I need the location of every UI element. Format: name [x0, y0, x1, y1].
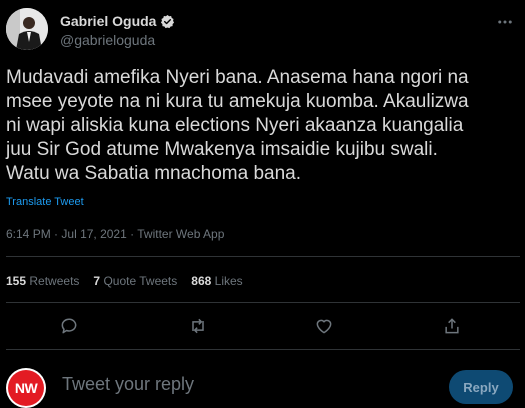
more-icon[interactable]: [493, 10, 517, 34]
author-name[interactable]: Gabriel Oguda: [60, 13, 156, 29]
reply-button[interactable]: Reply: [449, 370, 513, 404]
likes-label: Likes: [214, 274, 243, 288]
nw-logo-text: NW: [8, 370, 44, 406]
share-icon[interactable]: [438, 312, 466, 340]
likes-stat[interactable]: 868 Likes: [191, 274, 242, 288]
tweet-header: Gabriel Oguda @gabrieloguda: [0, 0, 525, 60]
verified-badge-icon: [160, 14, 175, 29]
tweet-time[interactable]: 6:14 PM: [6, 227, 51, 241]
author-handle[interactable]: @gabrieloguda: [60, 32, 155, 48]
reply-icon[interactable]: [55, 312, 83, 340]
likes-count: 868: [191, 274, 212, 288]
quote-label: Quote Tweets: [103, 274, 178, 288]
user-avatar[interactable]: NW: [6, 368, 46, 408]
translate-tweet-link[interactable]: Translate Tweet: [6, 196, 84, 208]
quote-count: 7: [93, 274, 101, 288]
retweets-stat[interactable]: 155 Retweets: [6, 274, 79, 288]
quote-tweets-stat[interactable]: 7 Quote Tweets: [93, 274, 177, 288]
reply-input[interactable]: [62, 374, 422, 395]
retweet-icon[interactable]: [184, 312, 212, 340]
divider: [6, 256, 520, 257]
divider: [6, 302, 520, 303]
like-icon[interactable]: [310, 312, 338, 340]
author-name-row: Gabriel Oguda: [60, 13, 175, 29]
author-avatar[interactable]: [6, 8, 48, 50]
tweet-actions: [0, 312, 525, 340]
tweet-text: Mudavadi amefika Nyeri bana. Anasema han…: [6, 67, 469, 184]
retweets-count: 155: [6, 274, 27, 288]
reply-composer: NW Reply: [0, 356, 525, 408]
retweets-label: Retweets: [29, 274, 80, 288]
tweet-source[interactable]: Twitter Web App: [137, 227, 224, 241]
tweet-stats: 155 Retweets 7 Quote Tweets 868 Likes: [6, 274, 243, 288]
tweet-meta: 6:14 PM · Jul 17, 2021 · Twitter Web App: [6, 227, 224, 241]
tweet-date[interactable]: Jul 17, 2021: [61, 227, 126, 241]
divider: [6, 349, 520, 350]
